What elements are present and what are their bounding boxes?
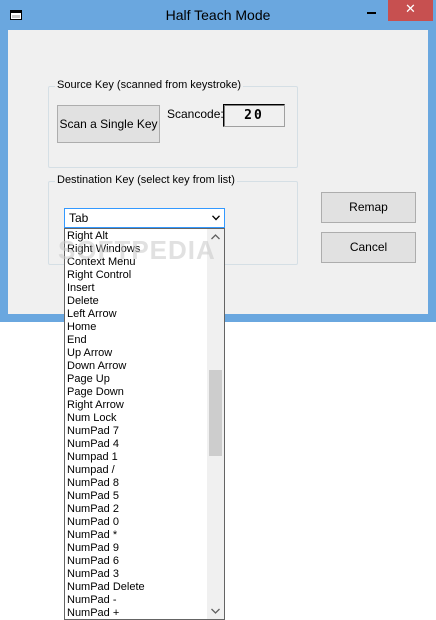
dropdown-list-item[interactable]: Right Windows bbox=[67, 243, 208, 256]
dropdown-list-item[interactable]: Right Alt bbox=[67, 230, 208, 243]
dropdown-list-item[interactable]: Context Menu bbox=[67, 256, 208, 269]
dropdown-list-item[interactable]: Insert bbox=[67, 282, 208, 295]
scroll-down-arrow-icon[interactable] bbox=[211, 608, 220, 614]
minimize-button[interactable] bbox=[358, 3, 384, 21]
dropdown-list-item[interactable]: Num Lock bbox=[67, 412, 208, 425]
dropdown-list-item[interactable]: Down Arrow bbox=[67, 360, 208, 373]
dropdown-list-item[interactable]: NumPad Delete bbox=[67, 581, 208, 594]
dropdown-list-item[interactable]: Right Control bbox=[67, 269, 208, 282]
dropdown-scrollbar[interactable] bbox=[207, 229, 224, 619]
dropdown-list-item[interactable]: Numpad / bbox=[67, 464, 208, 477]
dropdown-list-item[interactable]: NumPad * bbox=[67, 529, 208, 542]
scancode-value: 20 bbox=[223, 104, 285, 127]
dropdown-list-item[interactable]: NumPad 4 bbox=[67, 438, 208, 451]
dropdown-list-item[interactable]: End bbox=[67, 334, 208, 347]
dropdown-items: Right Alt Right Windows Context Menu Right … bbox=[67, 230, 208, 619]
destination-key-dropdown-list[interactable]: Right Alt Right Windows Context Menu Right … bbox=[64, 228, 225, 620]
close-icon: ✕ bbox=[405, 2, 416, 17]
minimize-icon bbox=[367, 12, 376, 14]
title-bar[interactable]: Half Teach Mode ✕ bbox=[0, 0, 436, 30]
scrollbar-thumb[interactable] bbox=[209, 369, 222, 456]
scan-single-key-button[interactable]: Scan a Single Key bbox=[57, 105, 160, 143]
dropdown-list-item[interactable]: Up Arrow bbox=[67, 347, 208, 360]
dropdown-list-item[interactable]: Page Down bbox=[67, 386, 208, 399]
chevron-down-icon bbox=[212, 215, 220, 221]
dropdown-list-item[interactable]: Left Arrow bbox=[67, 308, 208, 321]
scancode-label: Scancode: bbox=[167, 107, 224, 121]
cancel-button[interactable]: Cancel bbox=[321, 232, 416, 263]
destination-key-select[interactable]: Tab bbox=[64, 208, 225, 228]
dropdown-list-item[interactable]: NumPad 0 bbox=[67, 516, 208, 529]
dropdown-list-item[interactable]: Numpad 1 bbox=[67, 451, 208, 464]
dropdown-list-item[interactable]: NumPad 3 bbox=[67, 568, 208, 581]
source-key-group: Source Key (scanned from keystroke) Scan… bbox=[48, 79, 298, 168]
source-key-group-title: Source Key (scanned from keystroke) bbox=[55, 79, 244, 91]
dropdown-list-item[interactable]: NumPad - bbox=[67, 594, 208, 607]
dropdown-list-item[interactable]: NumPad 5 bbox=[67, 490, 208, 503]
destination-key-selected: Tab bbox=[69, 211, 89, 225]
remap-button[interactable]: Remap bbox=[321, 192, 416, 223]
close-button[interactable]: ✕ bbox=[388, 0, 433, 21]
dropdown-list-item[interactable]: NumPad 6 bbox=[67, 555, 208, 568]
dropdown-list-item[interactable]: Home bbox=[67, 321, 208, 334]
dropdown-list-item[interactable]: Delete bbox=[67, 295, 208, 308]
scroll-up-arrow-icon[interactable] bbox=[211, 234, 220, 240]
dropdown-list-item[interactable]: NumPad 9 bbox=[67, 542, 208, 555]
dropdown-list-item[interactable]: NumPad 2 bbox=[67, 503, 208, 516]
dropdown-list-item[interactable]: Page Up bbox=[67, 373, 208, 386]
dropdown-list-item[interactable]: NumPad + bbox=[67, 607, 208, 619]
destination-key-group-title: Destination Key (select key from list) bbox=[55, 174, 237, 186]
dropdown-list-item[interactable]: Right Arrow bbox=[67, 399, 208, 412]
dropdown-list-item[interactable]: NumPad 8 bbox=[67, 477, 208, 490]
dropdown-list-item[interactable]: NumPad 7 bbox=[67, 425, 208, 438]
